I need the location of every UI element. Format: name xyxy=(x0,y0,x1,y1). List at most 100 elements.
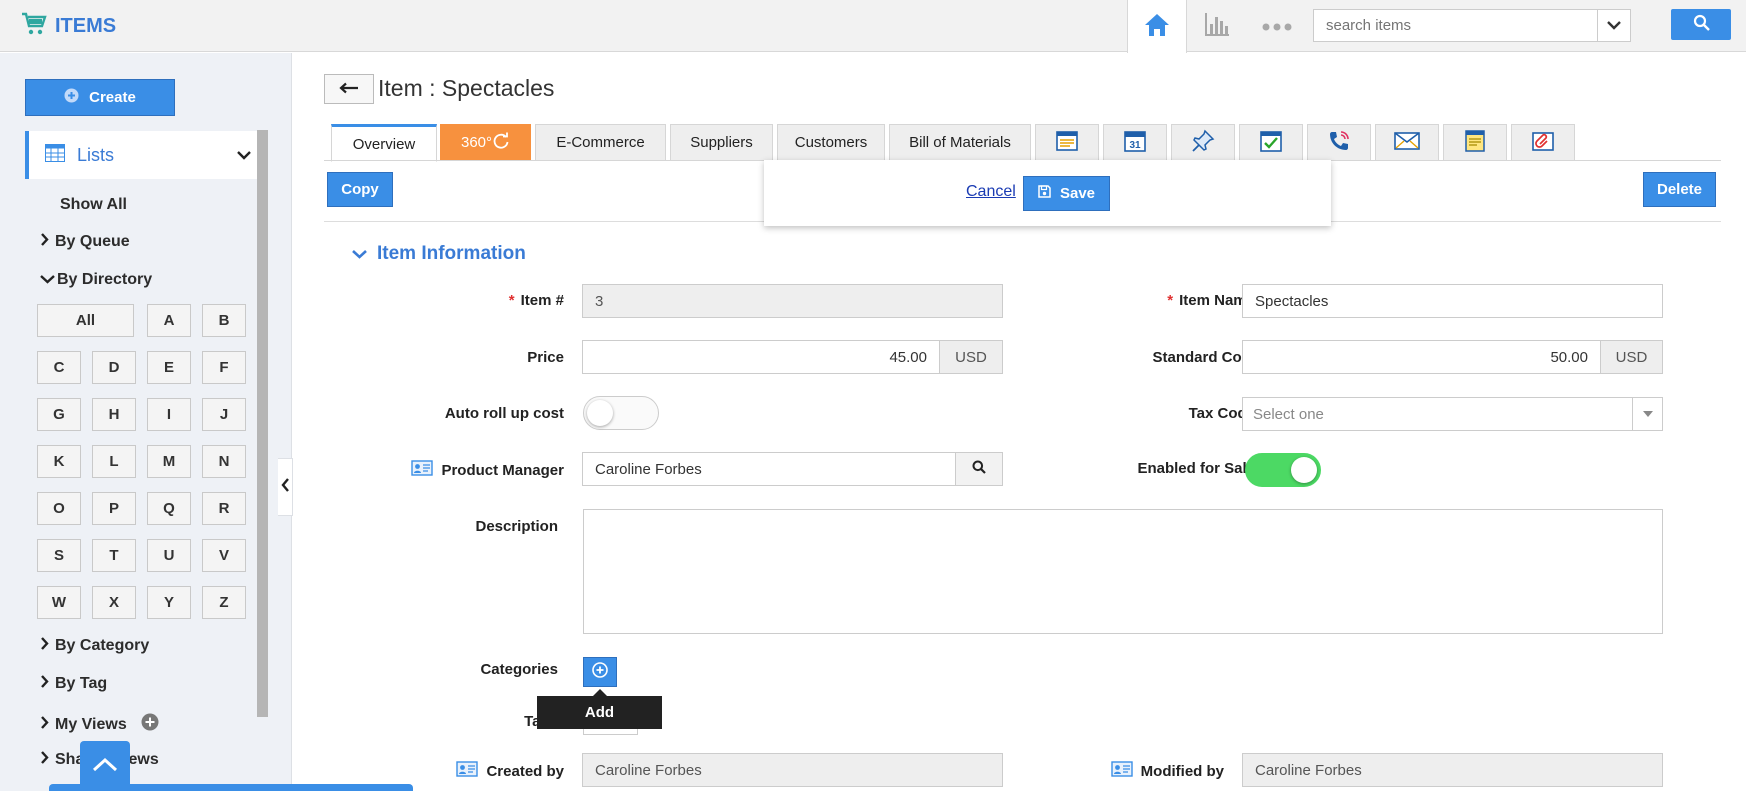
letter-y-button[interactable]: Y xyxy=(147,586,191,619)
form-icon xyxy=(1055,129,1079,157)
tab-360[interactable]: 360° xyxy=(440,124,531,161)
tax-code-select[interactable]: Select one xyxy=(1242,397,1663,431)
product-manager-field[interactable]: Caroline Forbes xyxy=(582,452,956,486)
letter-m-button[interactable]: M xyxy=(147,445,191,478)
enabled-for-sale-toggle[interactable] xyxy=(1245,453,1321,487)
reports-button[interactable] xyxy=(1187,0,1247,52)
show-all-link[interactable]: Show All xyxy=(60,196,127,214)
letter-s-button[interactable]: S xyxy=(37,539,81,572)
tab-notes[interactable] xyxy=(1443,124,1507,161)
more-button[interactable] xyxy=(1247,0,1307,52)
collapse-sidebar-button[interactable] xyxy=(278,458,293,516)
modified-by-label-text: Modified by xyxy=(1140,762,1224,780)
price-field[interactable]: 45.00 xyxy=(582,340,940,374)
tab-calls[interactable] xyxy=(1307,124,1371,161)
delete-button[interactable]: Delete xyxy=(1643,172,1716,207)
price-label: Price xyxy=(527,349,564,366)
save-popover: Cancel Save xyxy=(764,160,1331,226)
letter-u-button[interactable]: U xyxy=(147,539,191,572)
letter-a-button[interactable]: A xyxy=(147,304,191,337)
lists-header[interactable]: Lists xyxy=(25,131,257,179)
letter-e-button[interactable]: E xyxy=(147,351,191,384)
plus-circle-icon xyxy=(64,88,79,107)
letter-t-button[interactable]: T xyxy=(92,539,136,572)
search-icon xyxy=(972,460,986,478)
modified-by-label: Modified by xyxy=(1040,761,1224,781)
letter-j-button[interactable]: J xyxy=(202,398,246,431)
add-category-button[interactable] xyxy=(583,657,617,687)
chevron-up-icon xyxy=(92,757,118,776)
sidebar-scrollbar[interactable] xyxy=(257,130,268,717)
item-number-field[interactable]: 3 xyxy=(582,284,1003,318)
by-category-link[interactable]: By Category xyxy=(40,637,149,655)
more-dots-icon xyxy=(1262,18,1292,35)
created-by-label: Created by xyxy=(400,761,564,781)
tab-attachments[interactable] xyxy=(1511,124,1575,161)
home-button[interactable] xyxy=(1127,0,1187,53)
tab-customers[interactable]: Customers xyxy=(777,124,885,161)
tab-ecommerce[interactable]: E-Commerce xyxy=(535,124,666,161)
chevron-right-icon xyxy=(40,751,49,769)
letter-o-button[interactable]: O xyxy=(37,492,81,525)
rotate-icon xyxy=(492,132,510,154)
letter-c-button[interactable]: C xyxy=(37,351,81,384)
letter-r-button[interactable]: R xyxy=(202,492,246,525)
letter-x-button[interactable]: X xyxy=(92,586,136,619)
tab-pin[interactable] xyxy=(1171,124,1235,161)
tab-overview[interactable]: Overview xyxy=(331,124,437,162)
standard-cost-field[interactable]: 50.00 xyxy=(1242,340,1601,374)
letter-b-button[interactable]: B xyxy=(202,304,246,337)
chevron-right-icon xyxy=(40,233,49,251)
copy-button[interactable]: Copy xyxy=(327,172,393,207)
letter-all-button[interactable]: All xyxy=(37,304,134,337)
letter-p-button[interactable]: P xyxy=(92,492,136,525)
created-by-field[interactable]: Caroline Forbes xyxy=(582,753,1003,787)
search-box xyxy=(1313,9,1631,42)
brand[interactable]: ITEMS xyxy=(21,12,116,40)
search-filter-dropdown[interactable] xyxy=(1597,10,1630,41)
letter-i-button[interactable]: I xyxy=(147,398,191,431)
letter-w-button[interactable]: W xyxy=(37,586,81,619)
letter-v-button[interactable]: V xyxy=(202,539,246,572)
tab-calendar[interactable]: 31 xyxy=(1103,124,1167,161)
letter-l-button[interactable]: L xyxy=(92,445,136,478)
by-tag-link[interactable]: By Tag xyxy=(40,675,107,693)
letter-f-button[interactable]: F xyxy=(202,351,246,384)
letter-h-button[interactable]: H xyxy=(92,398,136,431)
item-name-field[interactable]: Spectacles xyxy=(1242,284,1663,318)
by-queue-link[interactable]: By Queue xyxy=(40,233,130,251)
search-button[interactable] xyxy=(1671,9,1731,40)
letter-g-button[interactable]: G xyxy=(37,398,81,431)
create-button[interactable]: Create xyxy=(25,79,175,116)
contact-card-icon xyxy=(1110,761,1133,781)
item-information-header[interactable]: Item Information xyxy=(352,243,526,265)
letter-q-button[interactable]: Q xyxy=(147,492,191,525)
cart-icon xyxy=(21,12,47,40)
add-view-icon[interactable] xyxy=(141,713,159,736)
caret-down-icon xyxy=(1632,398,1662,430)
tab-mail[interactable] xyxy=(1375,124,1439,161)
modified-by-field[interactable]: Caroline Forbes xyxy=(1242,753,1663,787)
tab-tasks[interactable] xyxy=(1239,124,1303,161)
tab-form[interactable] xyxy=(1035,124,1099,161)
letter-n-button[interactable]: N xyxy=(202,445,246,478)
by-directory-link[interactable]: By Directory xyxy=(40,271,152,289)
description-textarea[interactable] xyxy=(583,509,1663,634)
calendar-icon: 31 xyxy=(1123,129,1147,157)
letter-k-button[interactable]: K xyxy=(37,445,81,478)
standard-cost-currency: USD xyxy=(1600,340,1663,374)
product-manager-lookup-button[interactable] xyxy=(955,452,1003,486)
save-button[interactable]: Save xyxy=(1023,176,1110,211)
auto-roll-up-toggle[interactable] xyxy=(583,396,659,430)
back-button[interactable] xyxy=(324,74,374,104)
search-input[interactable] xyxy=(1314,10,1597,41)
chevron-down-icon xyxy=(352,243,367,265)
letter-d-button[interactable]: D xyxy=(92,351,136,384)
lists-label: Lists xyxy=(77,144,115,165)
letter-z-button[interactable]: Z xyxy=(202,586,246,619)
by-queue-label: By Queue xyxy=(55,233,130,250)
tab-bill-of-materials[interactable]: Bill of Materials xyxy=(889,124,1031,161)
my-views-link[interactable]: My Views xyxy=(40,713,159,736)
tab-suppliers[interactable]: Suppliers xyxy=(670,124,773,161)
cancel-link[interactable]: Cancel xyxy=(966,183,1016,201)
